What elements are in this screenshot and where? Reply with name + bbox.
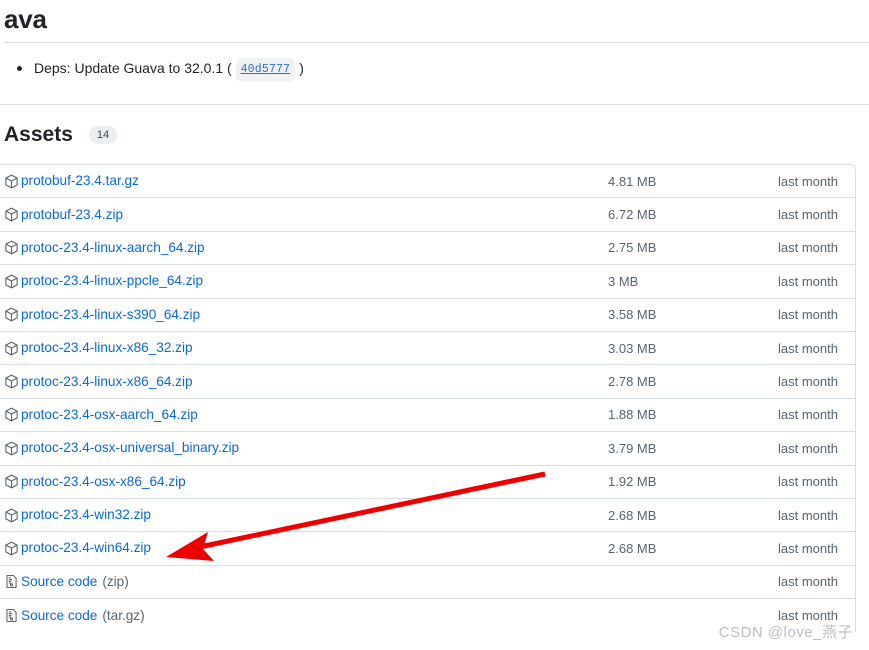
asset-row[interactable]: protoc-23.4-osx-universal_binary.zip 3.79… xyxy=(0,432,855,466)
asset-download-link[interactable]: protoc-23.4-linux-ppcle_64.zip xyxy=(21,272,203,290)
asset-name-cell: protobuf-23.4.zip xyxy=(3,206,608,224)
asset-download-link[interactable]: protobuf-23.4.zip xyxy=(21,206,123,224)
asset-size: 3 MB xyxy=(608,273,639,289)
asset-size: 2.78 MB xyxy=(608,374,657,390)
asset-row[interactable]: Source code (zip) last month xyxy=(0,566,855,600)
asset-name-cell: protoc-23.4-linux-x86_64.zip xyxy=(3,373,608,391)
asset-download-link[interactable]: protoc-23.4-linux-aarch_64.zip xyxy=(21,239,205,257)
package-icon xyxy=(3,239,20,256)
asset-date: last month xyxy=(778,273,838,289)
asset-row[interactable]: protoc-23.4-linux-x86_32.zip 3.03 MB last … xyxy=(0,332,855,366)
package-icon xyxy=(3,306,20,323)
asset-download-link[interactable]: Source code xyxy=(21,573,97,591)
asset-date: last month xyxy=(778,507,838,523)
file-code-icon xyxy=(3,607,20,624)
asset-date: last month xyxy=(778,207,838,223)
asset-download-link[interactable]: protoc-23.4-linux-x86_32.zip xyxy=(21,339,193,357)
asset-download-link[interactable]: protoc-23.4-osx-universal_binary.zip xyxy=(21,439,239,457)
asset-row[interactable]: protobuf-23.4.tar.gz 4.81 MB last month xyxy=(0,165,855,199)
package-icon xyxy=(3,406,20,423)
asset-row[interactable]: protobuf-23.4.zip 6.72 MB last month xyxy=(0,198,855,232)
csdn-watermark: CSDN @love_燕子 xyxy=(718,624,853,641)
asset-date: last month xyxy=(778,240,838,256)
asset-name-cell: protoc-23.4-linux-s390_64.zip xyxy=(3,306,608,324)
package-icon xyxy=(3,440,20,457)
release-note-item: Deps: Update Guava to 32.0.1 ( 40d5777 ) xyxy=(8,57,869,82)
package-icon xyxy=(3,473,20,490)
asset-size: 2.75 MB xyxy=(608,240,657,256)
file-code-icon xyxy=(3,573,20,590)
asset-name-cell: Source code (zip) xyxy=(3,573,608,591)
asset-download-link[interactable]: protoc-23.4-win32.zip xyxy=(21,506,151,524)
asset-row[interactable]: protoc-23.4-linux-x86_64.zip 2.78 MB last … xyxy=(0,365,855,399)
release-note-text: Deps: Update Guava to 32.0.1 xyxy=(34,60,224,76)
asset-download-link[interactable]: protobuf-23.4.tar.gz xyxy=(21,172,139,190)
asset-download-link[interactable]: protoc-23.4-osx-x86_64.zip xyxy=(21,473,186,491)
asset-date: last month xyxy=(778,574,838,590)
assets-header: Assets 14 xyxy=(0,105,869,148)
asset-size: 2.68 MB xyxy=(608,540,657,556)
asset-size: 2.68 MB xyxy=(608,507,657,523)
asset-size: 4.81 MB xyxy=(608,173,657,189)
asset-download-link[interactable]: protoc-23.4-linux-s390_64.zip xyxy=(21,306,200,324)
asset-row[interactable]: protoc-23.4-win32.zip 2.68 MB last month xyxy=(0,499,855,533)
bullet-icon xyxy=(17,66,22,71)
asset-name-cell: protoc-23.4-win64.zip xyxy=(3,539,608,557)
asset-size: 3.03 MB xyxy=(608,340,657,356)
package-icon xyxy=(3,206,20,223)
assets-title: Assets xyxy=(4,123,73,146)
asset-name-cell: Source code (tar.gz) xyxy=(3,607,608,625)
asset-name-cell: protoc-23.4-osx-x86_64.zip xyxy=(3,473,608,491)
asset-row[interactable]: protoc-23.4-osx-x86_64.zip 1.92 MB last mo… xyxy=(0,466,855,499)
asset-date: last month xyxy=(778,474,838,490)
asset-date: last month xyxy=(778,374,838,390)
asset-size: 3.58 MB xyxy=(608,307,657,323)
asset-size: 1.92 MB xyxy=(608,474,657,490)
asset-download-link[interactable]: protoc-23.4-win64.zip xyxy=(21,539,151,557)
asset-name-cell: protoc-23.4-linux-x86_32.zip xyxy=(3,339,608,357)
asset-name-cell: protobuf-23.4.tar.gz xyxy=(3,172,608,190)
asset-size: 1.88 MB xyxy=(608,407,657,423)
asset-size: 6.72 MB xyxy=(608,207,657,223)
commit-hash-link[interactable]: 40d5777 xyxy=(235,58,296,82)
asset-row[interactable]: protoc-23.4-osx-aarch_64.zip 1.88 MB last … xyxy=(0,399,855,433)
asset-row[interactable]: protoc-23.4-win64.zip 2.68 MB last month xyxy=(0,532,855,566)
asset-name-cell: protoc-23.4-linux-aarch_64.zip xyxy=(3,239,608,257)
release-title: ava xyxy=(4,4,47,34)
asset-download-link[interactable]: protoc-23.4-linux-x86_64.zip xyxy=(21,373,193,391)
asset-format-label: (tar.gz) xyxy=(102,608,145,624)
assets-count-badge: 14 xyxy=(88,126,118,144)
asset-format-label: (zip) xyxy=(102,574,129,590)
package-icon xyxy=(3,273,20,290)
asset-date: last month xyxy=(778,173,838,189)
asset-name-cell: protoc-23.4-linux-ppcle_64.zip xyxy=(3,272,608,290)
asset-download-link[interactable]: protoc-23.4-osx-aarch_64.zip xyxy=(21,406,198,424)
asset-row[interactable]: protoc-23.4-linux-aarch_64.zip 2.75 MB las… xyxy=(0,232,855,266)
asset-row[interactable]: protoc-23.4-linux-ppcle_64.zip 3 MB last m… xyxy=(0,265,855,299)
package-icon xyxy=(3,507,20,524)
asset-row[interactable]: protoc-23.4-linux-s390_64.zip 3.58 MB last… xyxy=(0,299,855,332)
open-paren: ( xyxy=(227,60,232,76)
asset-size: 3.79 MB xyxy=(608,440,657,456)
asset-date: last month xyxy=(778,540,838,556)
asset-name-cell: protoc-23.4-osx-universal_binary.zip xyxy=(3,439,608,457)
asset-name-cell: protoc-23.4-osx-aarch_64.zip xyxy=(3,406,608,424)
close-paren: ) xyxy=(299,60,304,76)
asset-date: last month xyxy=(778,307,838,323)
package-icon xyxy=(3,540,20,557)
asset-date: last month xyxy=(778,440,838,456)
package-icon xyxy=(3,340,20,357)
asset-date: last month xyxy=(778,407,838,423)
asset-name-cell: protoc-23.4-win32.zip xyxy=(3,506,608,524)
package-icon xyxy=(3,373,20,390)
package-icon xyxy=(3,173,20,190)
asset-date: last month xyxy=(778,340,838,356)
release-notes-section: ava Deps: Update Guava to 32.0.1 ( 40d57… xyxy=(0,0,869,82)
asset-download-link[interactable]: Source code xyxy=(21,607,97,625)
release-notes-list: Deps: Update Guava to 32.0.1 ( 40d5777 ) xyxy=(4,43,869,82)
assets-table: protobuf-23.4.tar.gz 4.81 MB last month pro… xyxy=(0,164,856,633)
